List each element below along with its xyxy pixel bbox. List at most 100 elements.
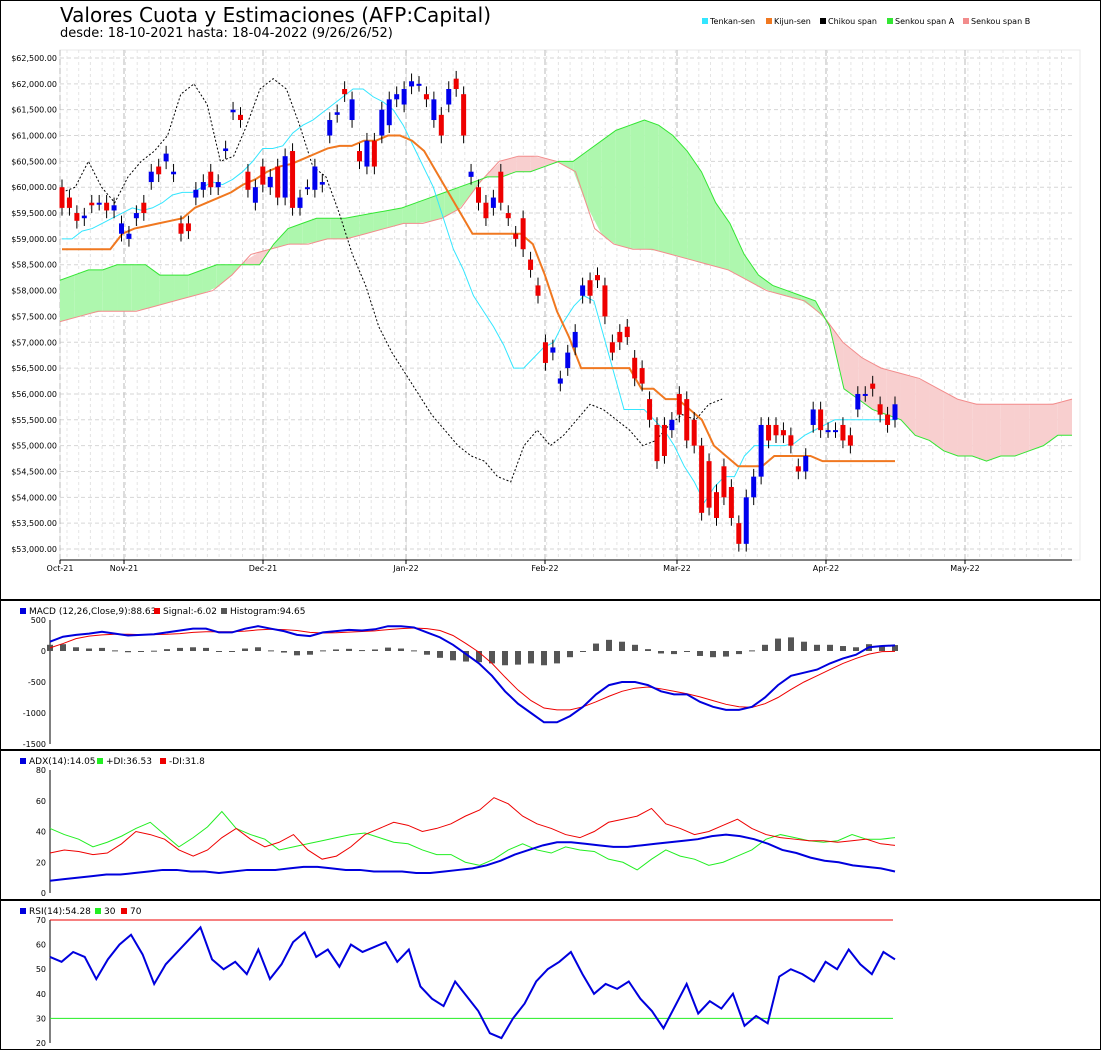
candle-body bbox=[684, 399, 690, 441]
candle-body bbox=[111, 205, 117, 211]
histogram-bar bbox=[73, 647, 79, 651]
candle-body bbox=[840, 424, 846, 441]
histogram-bar bbox=[619, 641, 625, 651]
candle-body bbox=[275, 166, 281, 198]
x-tick-label: Nov-21 bbox=[110, 564, 138, 573]
legend-swatch-chikou bbox=[820, 18, 826, 24]
histogram-bar bbox=[99, 647, 105, 651]
candle-body bbox=[409, 81, 415, 87]
candle-body bbox=[669, 419, 675, 431]
candle-body bbox=[185, 223, 191, 232]
chart-canvas: Valores Cuota y Estimaciones (AFP:Capita… bbox=[0, 3, 1101, 1048]
legend-swatch-kijun bbox=[766, 18, 772, 24]
candle-body bbox=[572, 331, 578, 348]
y-tick-label: 500 bbox=[31, 616, 46, 625]
candle-body bbox=[319, 182, 325, 185]
y-tick-label: $62,500.00 bbox=[11, 54, 57, 63]
y-tick-label: $55,500.00 bbox=[11, 416, 57, 425]
candle-body bbox=[245, 171, 251, 190]
histogram-bar bbox=[528, 651, 534, 664]
rsi-y-ticks: 70 60 50 40 30 20 bbox=[36, 916, 51, 1048]
histogram-bar bbox=[710, 651, 716, 658]
adx-legend-swatch bbox=[20, 758, 26, 764]
legend-label-senkou-a: Senkou span A bbox=[895, 17, 955, 26]
y-tick-label: 20 bbox=[36, 1039, 46, 1048]
candle-body bbox=[178, 223, 184, 234]
candle-body bbox=[870, 383, 876, 389]
cloud-segment bbox=[630, 120, 645, 250]
candle-body bbox=[691, 419, 697, 446]
candle-body bbox=[312, 166, 318, 190]
candle-body bbox=[357, 151, 362, 162]
histogram-bar bbox=[502, 651, 508, 666]
candle-body bbox=[394, 94, 400, 100]
cloud-segment bbox=[601, 130, 616, 245]
cloud-segment bbox=[74, 269, 89, 318]
histogram-bar bbox=[827, 644, 833, 651]
histogram-bar bbox=[814, 644, 820, 651]
plus-di-label: +DI:36.53 bbox=[106, 757, 152, 767]
histogram-bar bbox=[840, 646, 846, 651]
candle-body bbox=[632, 357, 638, 379]
y-tick-label: $61,500.00 bbox=[11, 106, 57, 115]
candle-body bbox=[104, 202, 110, 211]
cloud-segment bbox=[672, 135, 688, 259]
candle-body bbox=[758, 424, 764, 477]
legend-swatch-senkou-a bbox=[887, 18, 893, 24]
candle-body bbox=[193, 189, 199, 198]
legend-label-senkou-b: Senkou span B bbox=[971, 17, 1030, 26]
histogram-bar bbox=[203, 647, 209, 651]
chart-title: Valores Cuota y Estimaciones (AFP:Capita… bbox=[60, 3, 491, 27]
candle-body bbox=[401, 89, 407, 105]
adx-panel: ADX(14):14.05 +DI:36.53 -DI:31.8 8060402… bbox=[20, 757, 896, 898]
histogram-legend-swatch bbox=[221, 608, 227, 614]
histogram-bar bbox=[164, 649, 170, 651]
candle-body bbox=[565, 352, 571, 369]
histogram-bar bbox=[411, 650, 417, 652]
candle-body bbox=[379, 109, 385, 136]
legend-label-tenkan: Tenkan-sen bbox=[709, 17, 755, 26]
candle-body bbox=[290, 151, 296, 208]
cloud-segment bbox=[915, 377, 930, 441]
candle-body bbox=[59, 187, 65, 208]
y-tick-label: 80 bbox=[36, 766, 46, 775]
y-tick-label: $60,000.00 bbox=[11, 183, 57, 192]
y-tick-label: 40 bbox=[36, 828, 46, 837]
candle-body bbox=[743, 497, 749, 544]
histogram-bar bbox=[294, 651, 300, 656]
histogram-bar bbox=[736, 651, 742, 655]
histogram-bar bbox=[333, 649, 339, 651]
y-tick-label: $53,000.00 bbox=[11, 545, 57, 554]
candle-body bbox=[423, 94, 429, 100]
candle-body bbox=[862, 393, 868, 396]
y-tick-label: $59,500.00 bbox=[11, 209, 57, 218]
cloud-segment bbox=[658, 125, 673, 255]
y-tick-label: $54,500.00 bbox=[11, 467, 57, 476]
candle-body bbox=[238, 114, 243, 121]
candle-body bbox=[847, 435, 853, 446]
histogram-bar bbox=[853, 647, 859, 651]
cloud-segment bbox=[330, 218, 346, 239]
histogram-bar bbox=[229, 651, 235, 652]
histogram-bar bbox=[580, 651, 586, 652]
candle-body bbox=[476, 187, 481, 203]
candle-body bbox=[386, 99, 392, 126]
histogram-bar bbox=[346, 648, 352, 651]
candle-body bbox=[126, 233, 132, 239]
candle-body bbox=[587, 280, 593, 296]
y-tick-label: 20 bbox=[36, 858, 46, 867]
candle-body bbox=[171, 171, 177, 175]
candle-body bbox=[148, 171, 154, 183]
histogram-bar bbox=[320, 650, 326, 652]
candle-body bbox=[505, 213, 511, 219]
candle-body bbox=[230, 109, 236, 113]
histogram-bar bbox=[541, 651, 547, 666]
legend-label-chikou: Chikou span bbox=[828, 17, 877, 26]
y-tick-label: $58,500.00 bbox=[11, 261, 57, 270]
macd-histogram bbox=[47, 637, 898, 666]
y-tick-label: $55,000.00 bbox=[11, 442, 57, 451]
candle-body bbox=[304, 187, 310, 190]
cloud-segment bbox=[943, 391, 958, 456]
cloud-segment bbox=[615, 125, 631, 249]
x-tick-label: Oct-21 bbox=[47, 564, 74, 573]
